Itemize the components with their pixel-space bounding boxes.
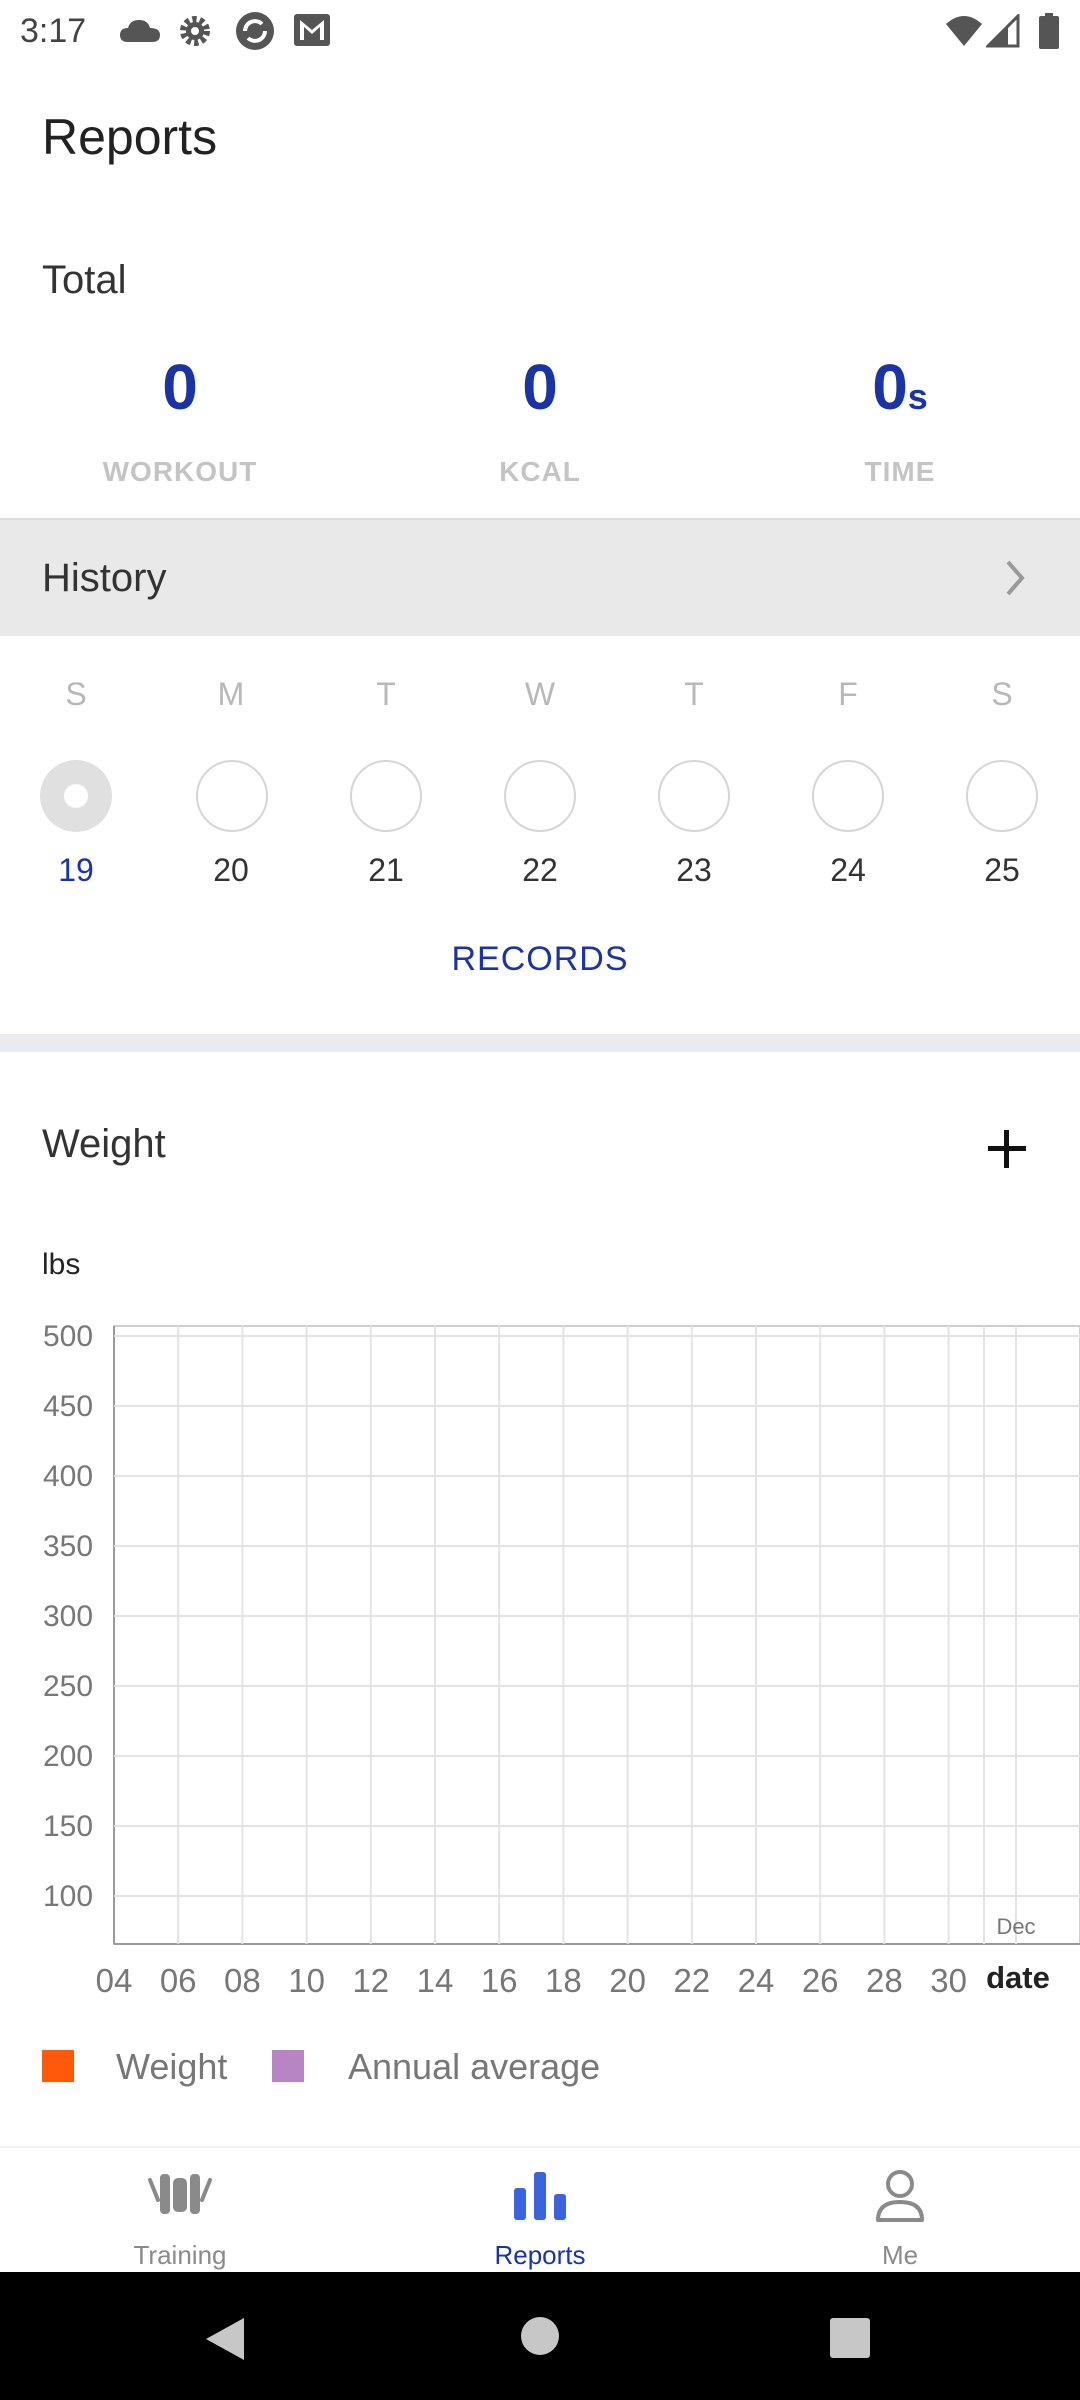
time-stat: 0s TIME — [720, 352, 1080, 488]
home-icon[interactable] — [520, 2316, 560, 2356]
x-tick-label: 12 — [352, 1962, 389, 1999]
nav-reports-label: Reports — [494, 2240, 586, 2270]
weight-section-title: Weight — [42, 1122, 166, 1166]
day-circle-23[interactable] — [658, 760, 730, 832]
y-tick-label: 100 — [43, 1880, 93, 1913]
day-number-20: 20 — [213, 852, 249, 888]
day-circle-22[interactable] — [504, 760, 576, 832]
back-icon[interactable] — [204, 2316, 246, 2362]
day-circle-20[interactable] — [196, 760, 268, 832]
day-letter-wed: W — [524, 676, 556, 712]
page-title: Reports — [42, 109, 218, 165]
day-letter-mon: M — [217, 676, 245, 712]
day-number-24: 24 — [830, 852, 866, 888]
nav-me-label: Me — [881, 2240, 919, 2270]
x-tick-label: 26 — [802, 1962, 839, 1999]
y-tick-label: 500 — [43, 1320, 93, 1353]
bottom-nav: Training Reports Me — [0, 2146, 1080, 2272]
chevron-right-icon — [1006, 560, 1025, 596]
bar-chart-icon — [514, 2172, 566, 2220]
day-number-19: 19 — [58, 852, 94, 888]
x-tick-label: 14 — [417, 1962, 454, 1999]
x-tick-label: 06 — [160, 1962, 197, 1999]
nav-training-label: Training — [133, 2240, 227, 2270]
day-letter-sat: S — [991, 676, 1013, 712]
wifi-icon — [946, 16, 982, 46]
weight-unit-label: lbs — [42, 1248, 81, 1281]
settings-gear-icon — [180, 16, 210, 46]
x-tick-label: 04 — [96, 1962, 133, 1999]
weight-legend-swatch — [42, 2050, 74, 2082]
cloud-icon — [120, 20, 160, 42]
x-tick-label: 30 — [930, 1962, 967, 1999]
y-tick-label: 300 — [43, 1600, 93, 1633]
day-circle-19[interactable] — [40, 760, 112, 832]
day-number-23: 23 — [676, 852, 712, 888]
y-tick-label: 400 — [43, 1460, 93, 1493]
battery-icon — [1039, 13, 1059, 49]
time-label: TIME — [864, 456, 936, 487]
kcal-count: 0 — [522, 351, 558, 423]
x-tick-label: 08 — [224, 1962, 261, 1999]
nav-me[interactable]: Me — [720, 2148, 1080, 2274]
day-circle-24[interactable] — [812, 760, 884, 832]
records-button[interactable]: RECORDS — [0, 940, 1080, 979]
workout-label: WORKOUT — [102, 456, 258, 487]
x-tick-label: 16 — [481, 1962, 518, 1999]
system-nav-bar — [0, 2272, 1080, 2400]
x-tick-label: 22 — [673, 1962, 710, 1999]
y-tick-label: 150 — [43, 1810, 93, 1843]
chart-frame — [113, 1325, 1080, 1945]
kcal-label: KCAL — [499, 456, 581, 487]
signal-icon — [986, 14, 1020, 48]
total-section-title: Total — [42, 258, 127, 302]
day-letter-tue: T — [376, 676, 396, 712]
x-tick-label: 20 — [609, 1962, 646, 1999]
y-tick-label: 450 — [43, 1390, 93, 1423]
history-row[interactable]: History — [0, 518, 1080, 636]
status-time: 3:17 — [20, 12, 87, 50]
workout-count: 0 — [162, 351, 198, 423]
day-number-22: 22 — [522, 852, 558, 888]
day-letter-sun: S — [65, 676, 87, 712]
nav-reports[interactable]: Reports — [360, 2148, 720, 2274]
month-label: Dec — [996, 1914, 1035, 1939]
x-tick-label: 28 — [866, 1962, 903, 1999]
gmail-icon — [294, 14, 330, 46]
workout-stat: 0 WORKOUT — [0, 352, 360, 488]
weight-legend-label: Weight — [116, 2046, 228, 2087]
y-tick-label: 200 — [43, 1740, 93, 1773]
section-divider — [0, 1034, 1080, 1052]
weight-chart[interactable]: 500 450 400 350 300 250 200 150 100 04 06 08 10 12 14… — [0, 1300, 1080, 2000]
average-legend-swatch — [272, 2050, 304, 2082]
average-legend-label: Annual average — [348, 2046, 601, 2087]
day-letter-fri: F — [838, 676, 858, 712]
x-tick-label: 18 — [545, 1962, 582, 1999]
recents-icon[interactable] — [830, 2318, 870, 2358]
time-value: 0s — [872, 351, 928, 423]
day-letter-thu: T — [684, 676, 704, 712]
person-icon — [876, 2170, 924, 2222]
dumbbell-icon — [148, 2174, 212, 2214]
day-number-21: 21 — [368, 852, 404, 888]
add-weight-icon[interactable] — [982, 1124, 1032, 1174]
status-bar: 3:17 — [0, 0, 1080, 64]
nav-training[interactable]: Training — [0, 2148, 360, 2274]
day-circle-21[interactable] — [350, 760, 422, 832]
y-tick-label: 250 — [43, 1670, 93, 1703]
day-number-25: 25 — [984, 852, 1020, 888]
kcal-stat: 0 KCAL — [360, 352, 720, 488]
y-tick-label: 350 — [43, 1530, 93, 1563]
history-title: History — [42, 556, 167, 600]
x-tick-label: 10 — [288, 1962, 325, 1999]
x-axis-label: date — [986, 1960, 1050, 1995]
day-circle-25[interactable] — [966, 760, 1038, 832]
x-tick-label: 24 — [738, 1962, 775, 1999]
sync-app-icon — [236, 12, 274, 50]
